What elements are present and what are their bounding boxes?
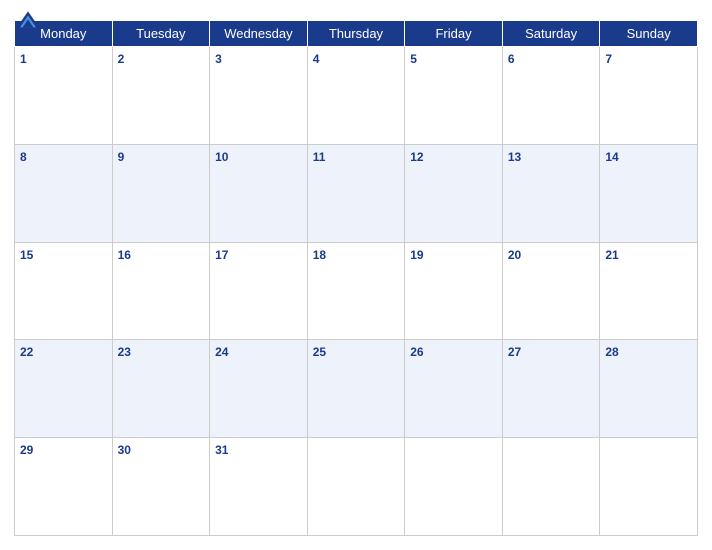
calendar-cell: 23	[112, 340, 210, 438]
calendar-cell: 5	[405, 47, 503, 145]
day-number: 14	[605, 150, 618, 164]
calendar-cell: 13	[502, 144, 600, 242]
calendar-cell: 25	[307, 340, 405, 438]
calendar-cell: 18	[307, 242, 405, 340]
calendar-cell: 24	[210, 340, 308, 438]
day-number: 16	[118, 248, 131, 262]
calendar-cell: 12	[405, 144, 503, 242]
calendar-row-5: 29 30 31	[15, 438, 698, 536]
calendar-cell: 19	[405, 242, 503, 340]
calendar-cell: 29	[15, 438, 113, 536]
calendar-cell	[405, 438, 503, 536]
calendar-cell: 10	[210, 144, 308, 242]
day-number: 25	[313, 345, 326, 359]
day-number: 22	[20, 345, 33, 359]
header-tuesday: Tuesday	[112, 21, 210, 47]
calendar-cell: 20	[502, 242, 600, 340]
day-number: 6	[508, 52, 515, 66]
day-number: 26	[410, 345, 423, 359]
calendar-cell: 26	[405, 340, 503, 438]
calendar-table: Monday Tuesday Wednesday Thursday Friday…	[14, 20, 698, 536]
calendar-wrapper: Monday Tuesday Wednesday Thursday Friday…	[0, 0, 712, 550]
day-number: 15	[20, 248, 33, 262]
calendar-cell: 30	[112, 438, 210, 536]
calendar-cell	[307, 438, 405, 536]
day-number: 31	[215, 443, 228, 457]
calendar-cell: 16	[112, 242, 210, 340]
header-saturday: Saturday	[502, 21, 600, 47]
calendar-cell	[600, 438, 698, 536]
calendar-row-2: 8 9 10 11 12 13 14	[15, 144, 698, 242]
calendar-cell: 9	[112, 144, 210, 242]
calendar-body: 1234567891011121314151617181920212223242…	[15, 47, 698, 536]
header-wednesday: Wednesday	[210, 21, 308, 47]
calendar-header	[14, 10, 698, 14]
calendar-cell: 27	[502, 340, 600, 438]
day-number: 23	[118, 345, 131, 359]
calendar-cell: 14	[600, 144, 698, 242]
calendar-row-4: 22 23 24 25 26 27 28	[15, 340, 698, 438]
day-number: 29	[20, 443, 33, 457]
day-number: 24	[215, 345, 228, 359]
day-number: 9	[118, 150, 125, 164]
day-number: 28	[605, 345, 618, 359]
day-number: 10	[215, 150, 228, 164]
calendar-cell: 11	[307, 144, 405, 242]
day-number: 11	[313, 150, 326, 164]
calendar-cell: 15	[15, 242, 113, 340]
calendar-cell: 31	[210, 438, 308, 536]
calendar-cell: 17	[210, 242, 308, 340]
day-number: 5	[410, 52, 417, 66]
logo-icon	[14, 10, 42, 30]
day-number: 19	[410, 248, 423, 262]
calendar-cell: 8	[15, 144, 113, 242]
calendar-cell: 21	[600, 242, 698, 340]
day-number: 4	[313, 52, 320, 66]
day-number: 27	[508, 345, 521, 359]
calendar-cell: 1	[15, 47, 113, 145]
header-friday: Friday	[405, 21, 503, 47]
calendar-row-3: 15 16 17 18 19 20 21	[15, 242, 698, 340]
calendar-cell: 2	[112, 47, 210, 145]
day-number: 1	[20, 52, 27, 66]
day-number: 2	[118, 52, 125, 66]
header-sunday: Sunday	[600, 21, 698, 47]
header-thursday: Thursday	[307, 21, 405, 47]
day-number: 7	[605, 52, 612, 66]
day-number: 30	[118, 443, 131, 457]
day-number: 21	[605, 248, 618, 262]
calendar-cell: 6	[502, 47, 600, 145]
day-number: 20	[508, 248, 521, 262]
day-number: 12	[410, 150, 423, 164]
calendar-cell: 7	[600, 47, 698, 145]
day-number: 8	[20, 150, 27, 164]
calendar-cell: 3	[210, 47, 308, 145]
calendar-cell: 4	[307, 47, 405, 145]
weekday-header-row: Monday Tuesday Wednesday Thursday Friday…	[15, 21, 698, 47]
logo-area	[14, 10, 42, 30]
day-number: 18	[313, 248, 326, 262]
calendar-cell	[502, 438, 600, 536]
day-number: 3	[215, 52, 222, 66]
calendar-row-1: 1 2 3 4 5 6 7	[15, 47, 698, 145]
day-number: 17	[215, 248, 228, 262]
calendar-cell: 28	[600, 340, 698, 438]
calendar-cell: 22	[15, 340, 113, 438]
day-number: 13	[508, 150, 521, 164]
